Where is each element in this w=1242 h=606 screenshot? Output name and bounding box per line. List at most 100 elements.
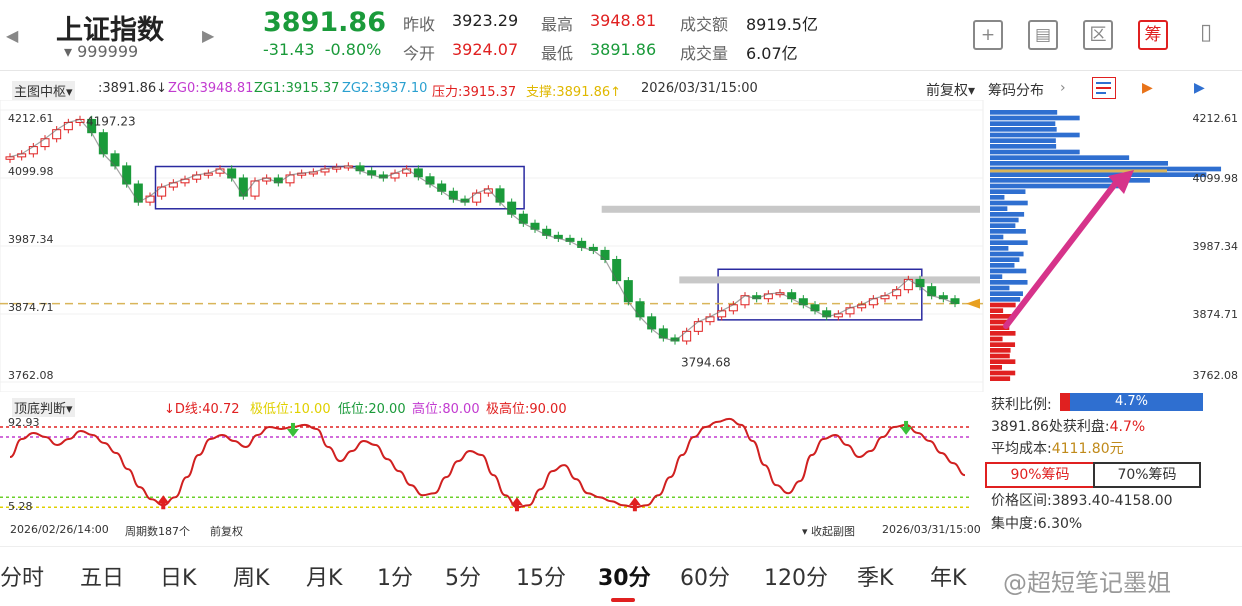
stock-code[interactable]: ▾ 999999 bbox=[64, 42, 138, 61]
candle-body bbox=[157, 186, 167, 197]
candle-body bbox=[110, 153, 120, 167]
overlay-button[interactable]: ▤ bbox=[1028, 20, 1058, 50]
sub-chart: 92.93 5.28 bbox=[0, 416, 970, 513]
chip-bar bbox=[990, 263, 1015, 268]
candle-body bbox=[472, 192, 482, 203]
sub-y-tick: 92.93 bbox=[8, 416, 40, 429]
candle-body bbox=[133, 183, 143, 203]
y-tick-right: 4212.61 bbox=[1193, 112, 1239, 125]
add-watchlist-button[interactable]: + bbox=[973, 20, 1003, 50]
profit-ratio-value: 4.7% bbox=[1114, 394, 1149, 409]
chip-bar bbox=[990, 121, 1056, 126]
chip-bar bbox=[990, 274, 1003, 279]
y-tick-right: 3987.34 bbox=[1193, 240, 1239, 253]
y-tick-right: 4099.98 bbox=[1193, 172, 1239, 185]
tab-0[interactable]: 分时 bbox=[0, 560, 44, 592]
tab-70-chips[interactable]: 70%筹码 bbox=[1093, 462, 1201, 488]
footer-period-count: 周期数187个 bbox=[125, 525, 190, 538]
chip-bar bbox=[990, 127, 1057, 132]
buy-signal-stem bbox=[632, 504, 637, 512]
chip-flag-blue-icon[interactable]: ▶ bbox=[1194, 80, 1205, 96]
price-annotation: 4197.23 bbox=[86, 114, 136, 128]
chip-tab[interactable]: 筹码分布 bbox=[988, 80, 1044, 100]
candle-body bbox=[635, 301, 645, 318]
toolbar-support: 支撑:3891.86↑ bbox=[526, 85, 622, 100]
tab-4[interactable]: 月K bbox=[306, 560, 342, 592]
chip-bar bbox=[990, 115, 1080, 121]
sub-indicator-select[interactable]: 顶底判断▾ bbox=[12, 398, 75, 417]
footer-start-date: 2026/02/26/14:00 bbox=[10, 523, 109, 536]
amount-label: 成交额 bbox=[680, 15, 729, 34]
main-indicator-select[interactable]: 主图中枢▾ bbox=[12, 81, 75, 100]
range-stat-button[interactable]: 区 bbox=[1083, 20, 1113, 50]
prev-stock-icon[interactable]: ◀ bbox=[6, 26, 18, 45]
candle-body bbox=[250, 180, 260, 197]
price-range: 价格区间:3893.40-4158.00 bbox=[991, 490, 1173, 510]
chip-bar bbox=[990, 229, 1026, 234]
tab-9[interactable]: 60分 bbox=[680, 560, 730, 592]
buy-signal-stem bbox=[514, 504, 519, 512]
price-range-value: 3893.40-4158.00 bbox=[1051, 493, 1173, 509]
extreme-low-label: 极低位:10.00 bbox=[250, 402, 331, 417]
open-label: 今开 bbox=[403, 44, 436, 63]
footer-fuquan: 前复权 bbox=[210, 525, 243, 538]
tab-12[interactable]: 年K bbox=[930, 560, 966, 592]
main-chart: 4197.23 3794.68 4212.61 4212.61 4099.98 4099… bbox=[0, 100, 1239, 392]
chip-bar bbox=[990, 161, 1169, 166]
chip-view-icon[interactable] bbox=[1092, 77, 1116, 99]
chip-bar bbox=[990, 342, 1016, 347]
collapse-sub-button[interactable]: ▾ 收起副图 bbox=[802, 523, 855, 539]
low-level-label: 低位:20.00 bbox=[338, 402, 406, 417]
toolbar-zg1: ZG1:3915.37 bbox=[254, 81, 340, 96]
tab-1[interactable]: 五日 bbox=[80, 560, 124, 592]
chip-bar bbox=[990, 308, 1004, 313]
tab-6[interactable]: 5分 bbox=[445, 560, 481, 592]
chip-bar bbox=[990, 223, 1016, 228]
chip-bar bbox=[990, 376, 1011, 381]
y-tick-left: 4212.61 bbox=[8, 112, 54, 125]
candle-body bbox=[740, 295, 750, 306]
profit-ratio-bar: 4.7% bbox=[1060, 393, 1203, 411]
chip-bar bbox=[990, 280, 1028, 285]
tab-7[interactable]: 15分 bbox=[516, 560, 566, 592]
price-annotation: 3794.68 bbox=[681, 355, 731, 369]
toolbar-datetime: 2026/03/31/15:00 bbox=[641, 81, 758, 96]
y-tick-left: 3987.34 bbox=[8, 233, 54, 246]
candle-body bbox=[682, 330, 692, 342]
chip-bar bbox=[990, 132, 1080, 138]
tab-10[interactable]: 120分 bbox=[764, 560, 828, 592]
price-range-label: 价格区间: bbox=[991, 493, 1052, 509]
tab-90-chips[interactable]: 90%筹码 bbox=[985, 462, 1095, 488]
chip-bar bbox=[990, 200, 1028, 206]
d-line bbox=[9, 417, 966, 509]
sub-y-tick: 5.28 bbox=[8, 500, 33, 513]
tab-11[interactable]: 季K bbox=[857, 560, 893, 592]
next-stock-icon[interactable]: ▶ bbox=[202, 26, 214, 45]
tab-2[interactable]: 日K bbox=[160, 560, 196, 592]
high-value: 3948.81 bbox=[590, 11, 657, 30]
high-level-label: 高位:80.00 bbox=[412, 402, 480, 417]
candle-body bbox=[507, 201, 517, 215]
avg-cost: 平均成本:4111.80元 bbox=[991, 438, 1124, 458]
chip-bar bbox=[990, 359, 1016, 364]
chip-bar bbox=[990, 172, 1207, 177]
chevron-right-icon[interactable]: › bbox=[1060, 80, 1066, 96]
tab-8[interactable]: 30分 bbox=[598, 560, 651, 592]
chip-bar bbox=[990, 246, 1009, 251]
chip-bar bbox=[990, 370, 1016, 376]
tab-3[interactable]: 周K bbox=[233, 560, 269, 592]
prev-close-value: 3923.29 bbox=[452, 11, 519, 30]
change-abs: -31.43 bbox=[263, 40, 315, 59]
candle-body bbox=[52, 129, 62, 140]
tab-5[interactable]: 1分 bbox=[377, 560, 413, 592]
candle-body bbox=[927, 286, 937, 297]
chip-flag-orange-icon[interactable]: ▶ bbox=[1142, 80, 1153, 96]
concentration-value: 6.30% bbox=[1037, 516, 1083, 532]
chip-bar bbox=[990, 291, 1023, 296]
chip-bar bbox=[990, 336, 1003, 342]
chip-button[interactable]: 筹 bbox=[1138, 20, 1168, 50]
chip-bar bbox=[990, 268, 1027, 274]
fuquan-select[interactable]: 前复权▾ bbox=[926, 80, 975, 100]
header-divider bbox=[0, 70, 1242, 71]
rotate-icon[interactable]: ▯ bbox=[1193, 20, 1219, 46]
